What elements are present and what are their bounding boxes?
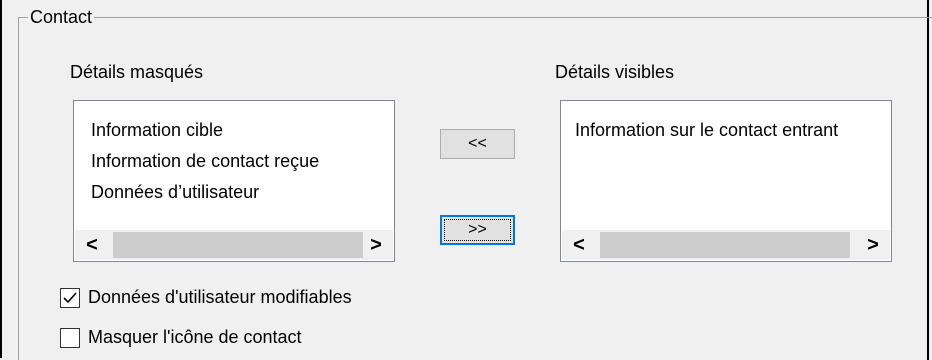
scroll-thumb[interactable] <box>113 232 363 258</box>
groupbox-border-top <box>18 17 932 18</box>
list-item[interactable]: Information sur le contact entrant <box>575 115 838 146</box>
focus-ring <box>444 219 511 241</box>
scroll-right-icon[interactable]: > <box>856 230 890 260</box>
window-edge <box>927 0 929 360</box>
hidden-details-hscrollbar[interactable]: < > <box>75 230 393 260</box>
hidden-details-listbox[interactable]: Information cible Information de contact… <box>73 100 395 262</box>
list-item[interactable]: Information cible <box>91 115 319 146</box>
move-to-hidden-label: << <box>468 135 487 152</box>
hide-contact-icon-row[interactable]: Masquer l'icône de contact <box>60 327 302 348</box>
visible-details-listbox[interactable]: Information sur le contact entrant < > <box>560 100 892 262</box>
editable-user-data-label: Données d'utilisateur modifiables <box>88 287 352 307</box>
hidden-details-items: Information cible Information de contact… <box>91 115 319 208</box>
scroll-right-icon[interactable]: > <box>359 230 393 260</box>
list-item[interactable]: Information de contact reçue <box>91 146 319 177</box>
checkmark-icon <box>63 291 77 303</box>
list-item[interactable]: Données d’utilisateur <box>91 177 319 208</box>
editable-user-data-row[interactable]: Données d'utilisateur modifiables <box>60 287 352 308</box>
visible-details-label: Détails visibles <box>555 62 675 82</box>
groupbox-border-left <box>18 17 19 360</box>
visible-details-hscrollbar[interactable]: < > <box>562 230 890 260</box>
scroll-left-icon[interactable]: < <box>75 230 109 260</box>
move-to-visible-button[interactable]: >> <box>440 215 515 245</box>
editable-user-data-checkbox[interactable] <box>60 287 80 308</box>
hidden-details-label: Détails masqués <box>70 62 204 82</box>
scroll-thumb[interactable] <box>600 232 850 258</box>
scroll-left-icon[interactable]: < <box>562 230 596 260</box>
hide-contact-icon-checkbox[interactable] <box>60 327 80 348</box>
move-to-hidden-button[interactable]: << <box>440 129 515 159</box>
visible-details-items: Information sur le contact entrant <box>575 115 838 146</box>
groupbox-title: Contact <box>28 6 95 28</box>
hide-contact-icon-label: Masquer l'icône de contact <box>88 327 302 347</box>
